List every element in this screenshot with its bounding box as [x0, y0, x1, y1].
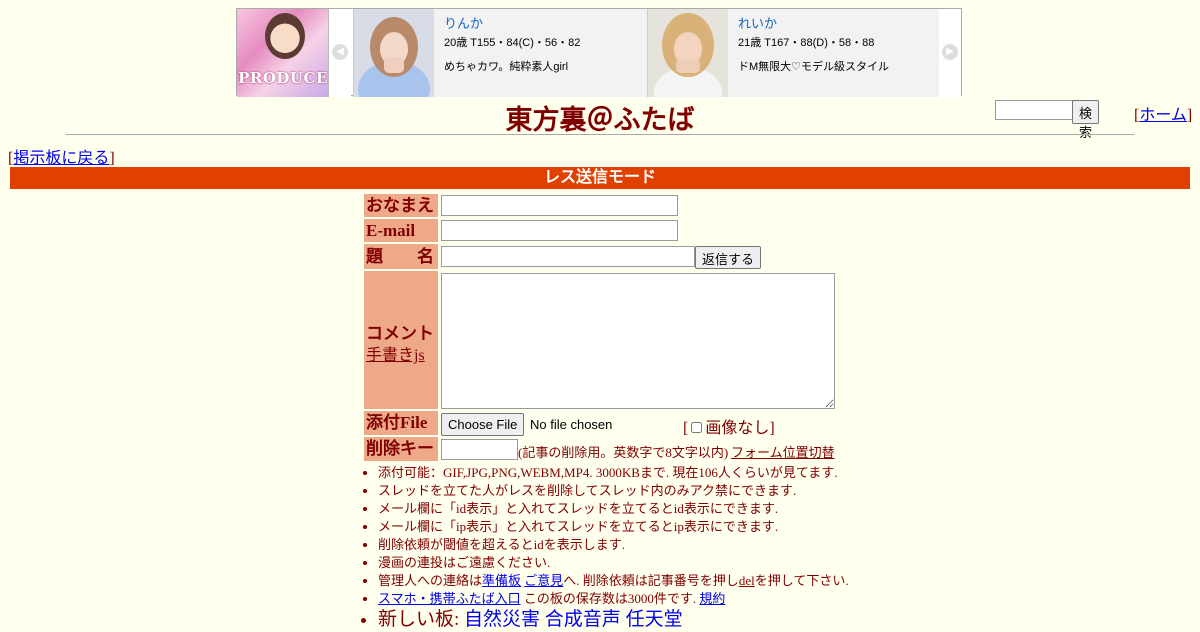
- contact-note: 管理人への連絡は準備板 ご意見へ. 削除依頼は記事番号を押しdelを押して下さい…: [378, 572, 849, 590]
- card-name[interactable]: れいか: [738, 13, 889, 32]
- new-boards: 新しい板: 自然災害 合成音声 任天堂: [378, 608, 849, 632]
- delete-key-field[interactable]: [441, 439, 518, 460]
- search-button[interactable]: 検索: [1072, 100, 1100, 140]
- delete-key-note: (記事の削除用。英数字で8文字以内): [518, 445, 729, 460]
- board-link[interactable]: 合成音声: [545, 609, 621, 630]
- list-item: メール欄に「id表示」と入れてスレッドを立てるとid表示にできます.: [378, 500, 849, 518]
- subject-label: 題 名: [364, 244, 438, 269]
- storage-note: この板の保存数は3000件です.: [523, 591, 697, 606]
- chevron-right-icon: ▶: [942, 44, 958, 60]
- rules-link[interactable]: 規約: [699, 591, 725, 606]
- contact-prefix: 管理人への連絡は: [378, 573, 483, 588]
- card-name[interactable]: りんか: [444, 13, 580, 32]
- list-item: スレッドを立てた人がレスを削除してスレッド内のみアク禁にできます.: [378, 482, 849, 500]
- list-item: メール欄に「ip表示」と入れてスレッドを立てるとip表示にできます.: [378, 518, 849, 536]
- banner-next-button[interactable]: ▶: [939, 9, 961, 97]
- feedback-link[interactable]: ご意見: [524, 573, 563, 588]
- no-image-label: 画像なし: [705, 420, 770, 437]
- mobile-entrance-link[interactable]: スマホ・携帯ふたば入口: [378, 591, 521, 606]
- mobile-note: スマホ・携帯ふたば入口 この板の保存数は3000件です. 規約: [378, 590, 849, 608]
- banner-prev-button[interactable]: ◀: [329, 9, 351, 97]
- del-link[interactable]: del: [739, 573, 755, 588]
- divider: [66, 134, 1134, 135]
- file-status: No file chosen: [530, 417, 613, 432]
- no-image-checkbox[interactable]: [691, 422, 703, 433]
- contact-middle: へ. 削除依頼は記事番号を押し: [563, 573, 739, 588]
- list-item: 添付可能：GIF,JPG,PNG,WEBM,MP4. 3000KBまで. 現在1…: [378, 464, 849, 482]
- email-field[interactable]: [441, 220, 678, 241]
- email-label: E-mail: [364, 219, 438, 242]
- comment-label-cell: コメント 手書きjs: [364, 271, 438, 409]
- home-link-wrapper: [ホーム]: [1134, 107, 1193, 124]
- banner-card-rinka[interactable]: りんか 20歳 T155・84(C)・56・82 めちゃカワ。純粋素人girl: [353, 9, 648, 97]
- search-input[interactable]: [995, 100, 1074, 120]
- contact-suffix: を押して下さい.: [754, 573, 849, 588]
- board-notes: 添付可能：GIF,JPG,PNG,WEBM,MP4. 3000KBまで. 現在1…: [360, 464, 849, 632]
- no-image-option: [画像なし]: [683, 420, 775, 437]
- name-label: おなまえ: [364, 194, 438, 217]
- delete-key-label: 削除キー: [364, 437, 438, 461]
- name-field[interactable]: [441, 195, 678, 216]
- logo-text: PRODUCE: [238, 69, 328, 87]
- card-description: めちゃカワ。純粋素人girl: [444, 61, 569, 73]
- back-link-wrapper: [掲示板に戻る]: [8, 150, 115, 167]
- list-item: 漫画の連投はご遠慮ください.: [378, 554, 849, 572]
- reply-mode-bar: レス送信モード: [10, 167, 1190, 189]
- produce-logo[interactable]: PRODUCE: [237, 9, 329, 97]
- subject-field[interactable]: [441, 246, 695, 267]
- card-description: ドM無限大♡モデル級スタイル: [738, 61, 890, 73]
- submit-reply-button[interactable]: 返信する: [695, 246, 762, 269]
- banner-card-reika[interactable]: れいか 21歳 T167・88(D)・58・88 ドM無限大♡モデル級スタイル: [647, 9, 940, 97]
- form-position-toggle-link[interactable]: フォーム位置切替: [731, 442, 835, 461]
- card-stats: 21歳 T167・88(D)・58・88: [738, 37, 875, 49]
- card-photo: [354, 9, 434, 97]
- logo-portrait: [265, 13, 305, 59]
- card-photo: [648, 9, 728, 97]
- card-stats: 20歳 T155・84(C)・56・82: [444, 37, 581, 49]
- board-link[interactable]: 自然災害: [464, 609, 540, 630]
- list-item: 削除依頼が閾値を超えるとidを表示します.: [378, 536, 849, 554]
- ad-banner[interactable]: PRODUCE ◀ りんか 20歳 T155・84(C)・56・82 めちゃカワ…: [236, 8, 962, 97]
- search-form: 検索: [995, 100, 1100, 140]
- chevron-left-icon: ◀: [332, 44, 348, 60]
- new-boards-label: 新しい板:: [378, 609, 460, 630]
- home-link[interactable]: ホーム: [1139, 107, 1187, 124]
- choose-file-button[interactable]: Choose File: [441, 413, 525, 436]
- back-to-board-link[interactable]: 掲示板に戻る: [13, 150, 109, 167]
- junbi-board-link[interactable]: 準備板: [482, 573, 521, 588]
- comment-textarea[interactable]: [441, 273, 835, 409]
- board-link[interactable]: 任天堂: [626, 609, 683, 630]
- file-label: 添付File: [364, 411, 438, 435]
- tegaki-link[interactable]: 手書きjs: [366, 341, 425, 365]
